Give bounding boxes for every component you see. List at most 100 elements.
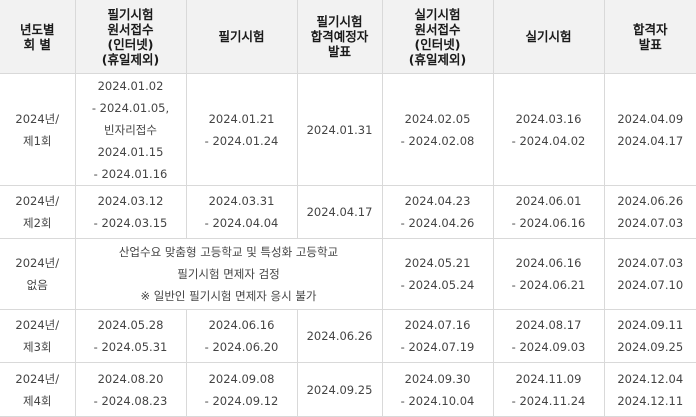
cell-text-line: 2024.05.28: [97, 318, 164, 332]
table-row: 2024년/제1회 2024.01.02- 2024.01.05, 빈자리접수 202…: [0, 73, 696, 186]
practical-application-cell: 2024.05.21 - 2024.05.24: [381, 238, 494, 310]
written-result-cell: 2024.01.31: [296, 73, 383, 186]
table-body: 2024년/제1회 2024.01.02- 2024.01.05, 빈자리접수 202…: [0, 73, 696, 417]
cell-text-line: - 2024.01.16: [93, 166, 168, 181]
header-text-line: 회 별: [23, 36, 51, 52]
practical-application-cell: 2024.07.16 - 2024.07.19: [381, 309, 494, 363]
cell-text-line: - 2024.01.05,: [91, 100, 170, 115]
written-exam-cell: 2024.03.31 - 2024.04.04: [185, 185, 298, 239]
cell-text-line: 산업수요 맞춤형 고등학교 및 특성화 고등학교: [118, 245, 339, 259]
written-exam-cell: 2024.09.08 - 2024.09.12: [185, 362, 298, 417]
exemption-notice-cell: 산업수요 맞춤형 고등학교 및 특성화 고등학교 필기시험 면제자 검정 ※ 일반인…: [74, 238, 383, 310]
cell-text-line: 2024.06.16: [515, 256, 582, 270]
header-text-line: 합격예정자: [310, 29, 369, 44]
header-text-line: 필기시험: [316, 14, 363, 29]
cell-text-line: 2024.01.15: [97, 144, 164, 159]
cell-text-line: - 2024.05.24: [400, 278, 475, 292]
round-cell: 2024년/제1회: [0, 73, 76, 186]
header-text-line: 원서접수: [107, 21, 154, 37]
cell-text-line: - 2024.01.24: [204, 133, 279, 148]
cell-text-line: - 2024.02.08: [400, 133, 475, 148]
cell-text-line: 2024.07.03: [617, 256, 684, 270]
cell-text-line: 2024.06.01: [515, 194, 582, 208]
cell-text-line: - 2024.06.16: [511, 216, 586, 230]
cell-text-line: 2024.09.25: [306, 382, 373, 397]
header-text-line: 실기시험: [525, 29, 572, 44]
cell-text-line: - 2024.03.15: [93, 216, 168, 230]
cell-text-line: 제2회: [23, 216, 52, 230]
cell-text-line: 2024.01.02: [97, 78, 164, 93]
cell-text-line: - 2024.07.19: [400, 340, 475, 354]
written-result-cell: 2024.04.17: [296, 185, 383, 239]
cell-text-line: 2024.07.03: [617, 216, 684, 230]
cell-text-line: ※ 일반인 필기시험 면제자 응시 불가: [140, 289, 317, 303]
exam-schedule-table: 년도별 회 별 필기시험 원서접수 (인터넷) (휴일제외) 필기시험 필기시험 합격예정자 발표…: [0, 0, 696, 417]
cell-text-line: 2024.12.04: [617, 371, 684, 386]
header-practical-application: 실기시험 원서접수 (인터넷) (휴일제외): [381, 0, 494, 74]
cell-text-line: - 2024.04.26: [400, 216, 475, 230]
cell-text-line: 2024.04.17: [617, 133, 684, 148]
cell-text-line: 제4회: [23, 393, 52, 408]
cell-text-line: 2024.09.08: [208, 371, 275, 386]
header-text-line: 년도별: [19, 21, 55, 37]
practical-exam-cell: 2024.06.16 - 2024.06.21: [492, 238, 605, 310]
header-text-line: 원서접수: [414, 21, 461, 37]
header-row: 년도별 회 별 필기시험 원서접수 (인터넷) (휴일제외) 필기시험 필기시험 합격예정자 발표…: [0, 0, 696, 74]
header-text-line: 실기시험: [414, 6, 461, 22]
cell-text-line: 2024.04.23: [404, 194, 471, 208]
table-row: 2024년/제2회 2024.03.12 - 2024.03.15 2024.03.3…: [0, 185, 696, 239]
final-result-cell: 2024.06.26 2024.07.03: [603, 185, 696, 239]
practical-exam-cell: 2024.11.09 - 2024.11.24: [492, 362, 605, 417]
header-text-line: (인터넷): [414, 36, 461, 52]
round-cell: 2024년/제4회: [0, 362, 76, 417]
practical-exam-cell: 2024.03.16 - 2024.04.02: [492, 73, 605, 186]
header-text-line: (휴일제외): [408, 51, 467, 67]
header-text-line: (인터넷): [107, 36, 154, 52]
cell-text-line: 2024.06.26: [617, 194, 684, 208]
header-written-application: 필기시험 원서접수 (인터넷) (휴일제외): [74, 0, 187, 74]
cell-text-line: - 2024.09.12: [204, 393, 279, 408]
cell-text-line: - 2024.06.21: [511, 278, 586, 292]
header-text-line: 필기시험: [107, 6, 154, 22]
cell-text-line: 2024년/: [15, 111, 60, 126]
cell-text-line: 2024.07.16: [404, 318, 471, 332]
written-exam-cell: 2024.01.21 - 2024.01.24: [185, 73, 298, 186]
round-cell: 2024년/제3회: [0, 309, 76, 363]
cell-text-line: 2024.12.11: [617, 393, 684, 408]
header-text-line: 발표: [327, 44, 351, 59]
header-text-line: (휴일제외): [101, 51, 160, 67]
practical-exam-cell: 2024.06.01 - 2024.06.16: [492, 185, 605, 239]
header-text-line: 필기시험: [218, 29, 265, 44]
final-result-cell: 2024.12.04 2024.12.11: [603, 362, 696, 417]
practical-application-cell: 2024.02.05 - 2024.02.08: [381, 73, 494, 186]
written-application-cell: 2024.01.02 - 2024.01.05, 빈자리접수 2024.01.15 - …: [74, 73, 187, 186]
header-final-result: 합격자 발표: [603, 0, 696, 74]
written-result-cell: 2024.09.25: [296, 362, 383, 417]
written-result-cell: 2024.06.26: [296, 309, 383, 363]
final-result-cell: 2024.04.09 2024.04.17: [603, 73, 696, 186]
cell-text-line: 2024.03.16: [515, 111, 582, 126]
round-cell: 2024년/제2회: [0, 185, 76, 239]
written-application-cell: 2024.05.28 - 2024.05.31: [74, 309, 187, 363]
cell-text-line: 2024.08.20: [97, 371, 164, 386]
cell-text-line: 2024.05.21: [404, 256, 471, 270]
cell-text-line: 2024.03.12: [97, 194, 164, 208]
practical-exam-cell: 2024.08.17 - 2024.09.03: [492, 309, 605, 363]
table-row: 2024년/제3회 2024.05.28 - 2024.05.31 2024.06.1…: [0, 309, 696, 363]
cell-text-line: 2024.06.26: [306, 329, 373, 343]
cell-text-line: 2024.04.09: [617, 111, 684, 126]
cell-text-line: - 2024.05.31: [93, 340, 168, 354]
header-text-line: 합격자: [632, 21, 668, 37]
header-text-line: 발표: [638, 36, 662, 52]
cell-text-line: 2024년/: [15, 371, 60, 386]
table-row: 2024년/제4회 2024.08.20 - 2024.08.23 2024.09.0…: [0, 362, 696, 417]
cell-text-line: 2024.04.17: [306, 205, 373, 219]
cell-text-line: - 2024.08.23: [93, 393, 168, 408]
cell-text-line: 2024.09.25: [617, 340, 684, 354]
header-practical-exam: 실기시험: [492, 0, 605, 74]
cell-text-line: 2024.09.11: [617, 318, 684, 332]
cell-text-line: 2024.06.16: [208, 318, 275, 332]
cell-text-line: - 2024.04.02: [511, 133, 586, 148]
cell-text-line: - 2024.11.24: [511, 393, 586, 408]
round-cell: 2024년/없음: [0, 238, 76, 310]
